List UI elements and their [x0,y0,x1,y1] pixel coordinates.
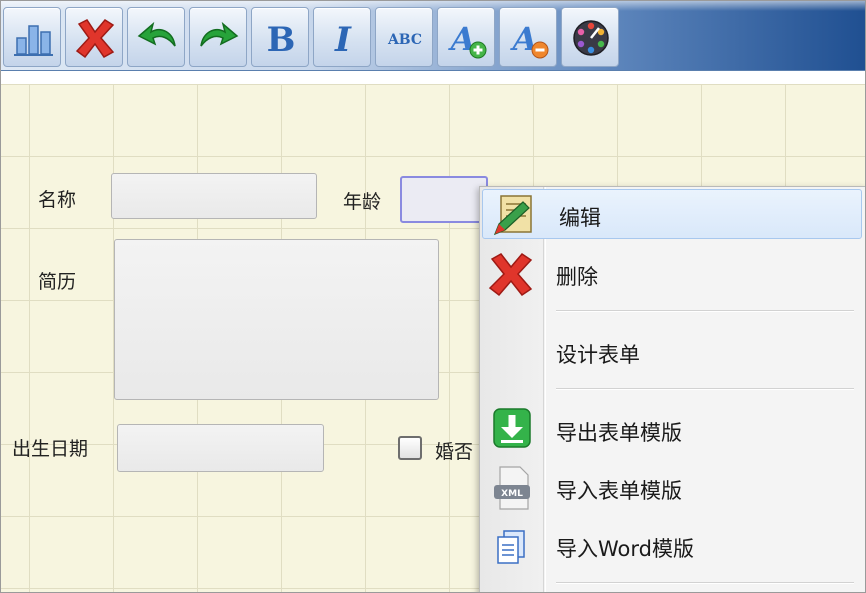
birthdate-input[interactable] [117,424,324,472]
delete-button[interactable] [65,7,123,67]
menu-item-import-word[interactable]: 导入Word模版 [480,521,865,571]
font-decrease-button[interactable]: A [499,7,557,67]
resume-label: 简历 [38,271,77,293]
form-designer-window: B I ABC A A 名称 年龄 简历 出生日期 婚否 编辑 删除 设计表单 … [0,0,866,593]
delete-icon [75,19,115,59]
toolbar-separator [1,72,865,84]
menu-item-edit[interactable]: 编辑 [482,189,862,239]
toolbar: B I ABC A A [1,1,865,71]
menu-item-label: 编辑 [559,206,601,230]
color-picker-icon [573,20,609,56]
menu-item-label: 导出表单模版 [556,421,682,445]
menu-item-import-template[interactable]: XML 导入表单模版 [480,463,865,513]
married-checkbox[interactable] [398,436,422,460]
menu-separator [556,582,854,584]
xml-import-icon: XML [494,466,530,510]
menu-item-label: 设计表单 [556,343,640,367]
font-decrease-icon: A [510,20,549,59]
menu-item-label: 导入Word模版 [556,537,694,561]
word-import-icon [497,530,525,564]
redo-icon [200,21,239,47]
bold-button[interactable]: B [251,7,309,67]
married-label: 婚否 [435,441,474,463]
svg-text:XML: XML [501,489,523,499]
chart-button[interactable] [3,7,61,67]
menu-item-delete[interactable]: 删除 [480,249,865,299]
menu-separator [556,310,854,312]
edit-icon [493,195,532,236]
spellcheck-button[interactable]: ABC [375,7,433,67]
undo-button[interactable] [127,7,185,67]
svg-text:B: B [267,20,296,60]
delete-icon [488,253,533,297]
menu-item-export-template[interactable]: 导出表单模版 [480,405,865,455]
italic-icon: I [334,20,352,60]
chart-icon [14,25,53,56]
birthdate-label: 出生日期 [12,438,89,460]
age-label: 年龄 [343,191,382,213]
menu-item-design-form[interactable]: 设计表单 [480,327,865,377]
bold-icon: B [267,20,296,60]
name-label: 名称 [38,189,77,211]
menu-separator [556,388,854,390]
italic-button[interactable]: I [313,7,371,67]
context-menu: 编辑 删除 设计表单 导出表单模版 XML 导入表单模版 导入Word模版 [479,186,865,592]
export-icon [493,408,531,448]
resume-textarea[interactable] [114,239,439,400]
menu-item-label: 删除 [556,265,598,289]
undo-icon [137,21,176,47]
age-input[interactable] [400,176,488,223]
menu-item-label: 导入表单模版 [556,479,682,503]
svg-text:ABC: ABC [387,32,422,48]
font-increase-icon: A [448,20,487,59]
font-increase-button[interactable]: A [437,7,495,67]
color-picker-button[interactable] [561,7,619,67]
name-input[interactable] [111,173,317,219]
svg-text:I: I [334,20,352,60]
spellcheck-icon: ABC [387,32,422,48]
redo-button[interactable] [189,7,247,67]
